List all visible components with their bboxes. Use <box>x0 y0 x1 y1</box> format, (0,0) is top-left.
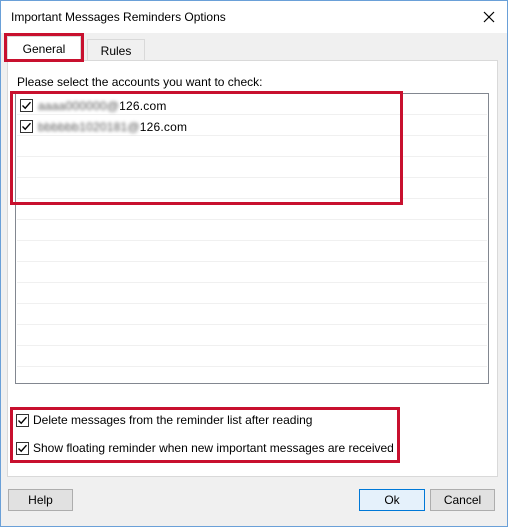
list-row <box>17 283 487 304</box>
tab-general[interactable]: General <box>7 36 81 61</box>
account-1-checkbox[interactable] <box>20 99 33 112</box>
account-2-checkbox[interactable] <box>20 120 33 133</box>
list-row <box>17 367 487 383</box>
list-row <box>17 304 487 325</box>
floating-reminder-option[interactable]: Show floating reminder when new importan… <box>16 439 394 457</box>
redacted-text: bbbbbb1020181@ <box>38 119 140 134</box>
account-1-label: aaaa000000@126.com <box>38 99 167 113</box>
tab-general-label: General <box>22 42 66 56</box>
options-dialog: Important Messages Reminders Options Gen… <box>0 0 508 527</box>
account-item-1[interactable]: aaaa000000@126.com <box>20 95 167 116</box>
help-button[interactable]: Help <box>8 489 73 511</box>
list-row <box>17 157 487 178</box>
checkmark-icon <box>22 122 32 131</box>
tab-rules[interactable]: Rules <box>87 39 145 61</box>
list-row <box>17 220 487 241</box>
ok-button[interactable]: Ok <box>359 489 425 511</box>
account-1-domain: 126.com <box>119 98 167 113</box>
floating-reminder-checkbox[interactable] <box>16 441 29 455</box>
checkmark-icon <box>18 444 28 452</box>
list-row <box>17 136 487 157</box>
list-row <box>17 241 487 262</box>
list-row <box>17 346 487 367</box>
account-2-label: bbbbbb1020181@126.com <box>38 120 187 134</box>
cancel-button[interactable]: Cancel <box>430 489 495 511</box>
close-icon <box>483 11 495 23</box>
close-button[interactable] <box>477 5 501 29</box>
account-item-2[interactable]: bbbbbb1020181@126.com <box>20 116 187 137</box>
title-bar: Important Messages Reminders Options <box>1 1 507 33</box>
window-title: Important Messages Reminders Options <box>11 10 226 24</box>
tab-rules-label: Rules <box>100 43 132 58</box>
checkmark-icon <box>22 101 32 110</box>
accounts-prompt: Please select the accounts you want to c… <box>17 75 263 89</box>
redacted-text: aaaa000000@ <box>38 98 120 113</box>
delete-after-reading-checkbox[interactable] <box>16 413 29 427</box>
floating-reminder-label: Show floating reminder when new importan… <box>33 441 394 455</box>
list-row <box>17 325 487 346</box>
list-row <box>17 199 487 220</box>
list-row <box>17 178 487 199</box>
checkmark-icon <box>18 416 28 424</box>
delete-after-reading-option[interactable]: Delete messages from the reminder list a… <box>16 411 312 429</box>
accounts-list[interactable]: aaaa000000@126.com bbbbbb1020181@126.com <box>15 93 489 384</box>
delete-after-reading-label: Delete messages from the reminder list a… <box>33 413 313 427</box>
account-2-domain: 126.com <box>139 119 188 134</box>
list-row <box>17 262 487 283</box>
